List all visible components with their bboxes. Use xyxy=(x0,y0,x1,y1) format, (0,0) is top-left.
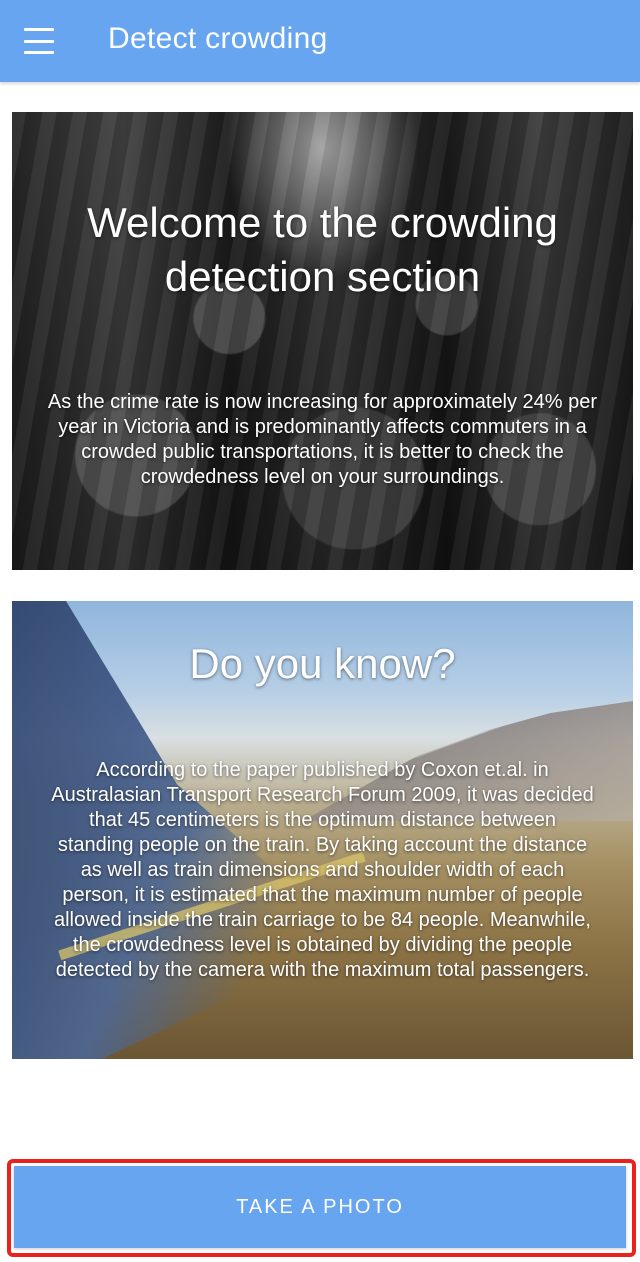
page-title: Detect crowding xyxy=(108,22,328,55)
welcome-card-text: As the crime rate is now increasing for … xyxy=(47,391,598,488)
menu-line xyxy=(24,39,54,43)
welcome-card-title: Welcome to the crowding detection sectio… xyxy=(87,199,558,300)
welcome-card: Welcome to the crowding detection sectio… xyxy=(12,112,633,570)
take-photo-button[interactable]: TAKE A PHOTO xyxy=(14,1166,626,1248)
hamburger-menu-icon[interactable] xyxy=(24,26,56,56)
app-bar: Detect crowding xyxy=(0,0,640,82)
info-card-title: Do you know? xyxy=(189,640,456,687)
info-card: Do you know? According to the paper publ… xyxy=(12,601,633,1059)
menu-line xyxy=(24,28,54,31)
info-card-text: According to the paper published by Coxo… xyxy=(51,759,594,981)
menu-line xyxy=(24,51,54,54)
crowded-train-image xyxy=(12,112,633,570)
